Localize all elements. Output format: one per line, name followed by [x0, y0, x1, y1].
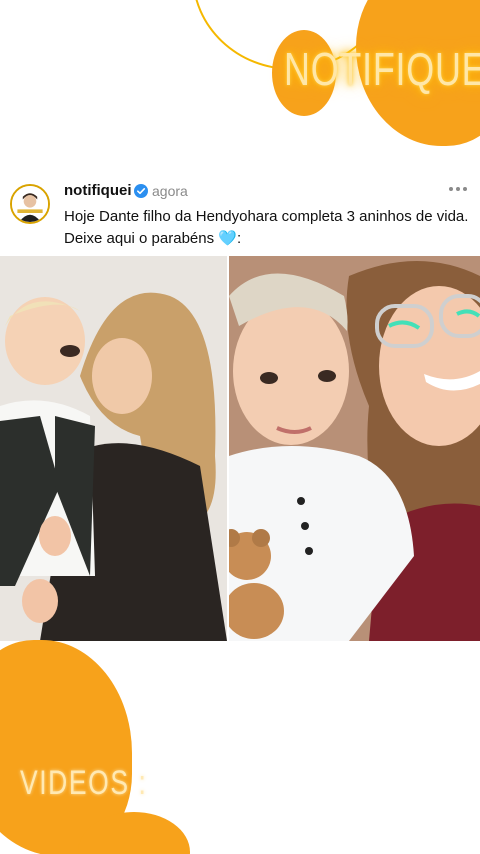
girl-with-child-and-teddy-photo[interactable]	[229, 256, 480, 641]
post-timestamp: agora	[152, 183, 188, 199]
post-caption: Hoje Dante filho da Hendyohara completa …	[64, 208, 469, 247]
dot-icon	[463, 187, 467, 191]
footer-banner: VIDEOS :	[0, 640, 480, 854]
brand-logo-text: NOTIFIQUEI	[284, 43, 480, 95]
avatar[interactable]	[10, 184, 50, 224]
dot-icon	[456, 187, 460, 191]
verified-badge-icon	[134, 184, 148, 198]
username[interactable]: notifiquei	[64, 182, 132, 199]
dot-icon	[449, 187, 453, 191]
header-banner: NOTIFIQUEI	[0, 0, 480, 160]
videos-section-label: VIDEOS :	[20, 764, 148, 802]
more-options-button[interactable]	[446, 180, 470, 198]
mother-holding-baby-photo[interactable]	[0, 256, 227, 641]
